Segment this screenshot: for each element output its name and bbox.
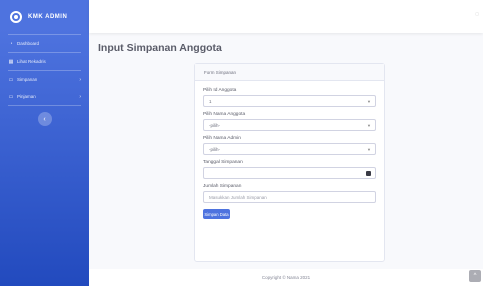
sidebar-brand[interactable]: KMK ADMIN <box>0 0 89 34</box>
card-header: Form Simpanan <box>195 64 384 81</box>
sidebar-divider <box>8 105 81 106</box>
id-anggota-value: 1 <box>209 98 212 104</box>
sidebar-item-label: Dashboard <box>17 41 40 46</box>
nama-anggota-label: Pilih Nama Anggota <box>203 112 246 117</box>
sidebar-item-label: Simpanan <box>17 77 38 82</box>
caret-down-icon: ▼ <box>367 146 371 152</box>
folder-icon: ▭ <box>8 76 14 83</box>
sidebar-item-label: Lihat Rekadris <box>17 59 46 64</box>
angle-up-icon: ^ <box>473 273 477 279</box>
sidebar-toggle-button[interactable]: ‹ <box>37 112 52 126</box>
app-root: KMK ADMIN ◔ Dashboard ▦ Lihat Rekadris ▭… <box>0 0 483 286</box>
simpan-data-button[interactable]: Simpan Data <box>203 209 230 219</box>
page-title: Input Simpanan Anggota <box>98 42 222 54</box>
user-icon[interactable]: ◌ <box>475 11 479 18</box>
form-card: Form Simpanan Pilih Id Anggota 1 ▼ Pilih… <box>194 63 385 262</box>
jumlah-label: Jumlah Simpanan <box>203 184 242 189</box>
sidebar-item-dashboard[interactable]: ◔ Dashboard <box>0 35 89 52</box>
nama-admin-select[interactable]: -pilih- ▼ <box>203 143 376 155</box>
tanggal-input[interactable] <box>203 167 376 179</box>
folder-icon: ▭ <box>8 93 14 100</box>
caret-down-icon: ▼ <box>367 122 371 128</box>
sidebar-item-lihat-rekadris[interactable]: ▦ Lihat Rekadris <box>0 53 89 70</box>
sidebar-item-simpanan[interactable]: ▭ Simpanan › <box>0 71 89 88</box>
nama-anggota-select[interactable]: -pilih- ▼ <box>203 119 376 131</box>
caret-down-icon: ▼ <box>367 98 371 104</box>
jumlah-placeholder: Masukkan Jumlah Simpanan <box>209 194 267 200</box>
topbar: ◌ <box>89 0 483 33</box>
chevron-left-icon: ‹ <box>43 115 46 123</box>
table-icon: ▦ <box>8 58 14 65</box>
scroll-to-top-button[interactable]: ^ <box>469 270 481 282</box>
nama-anggota-value: -pilih- <box>209 122 221 128</box>
id-anggota-label: Pilih Id Anggota <box>203 88 237 93</box>
chevron-right-icon: › <box>79 76 81 83</box>
tachometer-icon: ◔ <box>9 40 13 47</box>
sidebar: KMK ADMIN ◔ Dashboard ▦ Lihat Rekadris ▭… <box>0 0 89 286</box>
laugh-wink-icon <box>10 11 22 23</box>
jumlah-input[interactable]: Masukkan Jumlah Simpanan <box>203 191 376 203</box>
chevron-right-icon: › <box>79 93 81 100</box>
nama-admin-value: -pilih- <box>209 146 221 152</box>
footer: Copyright © Nama 2021 <box>89 269 483 286</box>
copyright-text: Copyright © Nama 2021 <box>261 275 311 280</box>
tanggal-label: Tanggal Simpanan <box>203 160 243 165</box>
brand-name: KMK ADMIN <box>28 14 68 20</box>
sidebar-item-label: Pinjaman <box>17 94 36 99</box>
calendar-icon[interactable] <box>366 170 371 176</box>
card-body: Pilih Id Anggota 1 ▼ Pilih Nama Anggota … <box>195 81 384 224</box>
id-anggota-select[interactable]: 1 ▼ <box>203 95 376 107</box>
nama-admin-label: Pilih Nama Admin <box>203 136 241 141</box>
sidebar-item-pinjaman[interactable]: ▭ Pinjaman › <box>0 88 89 105</box>
